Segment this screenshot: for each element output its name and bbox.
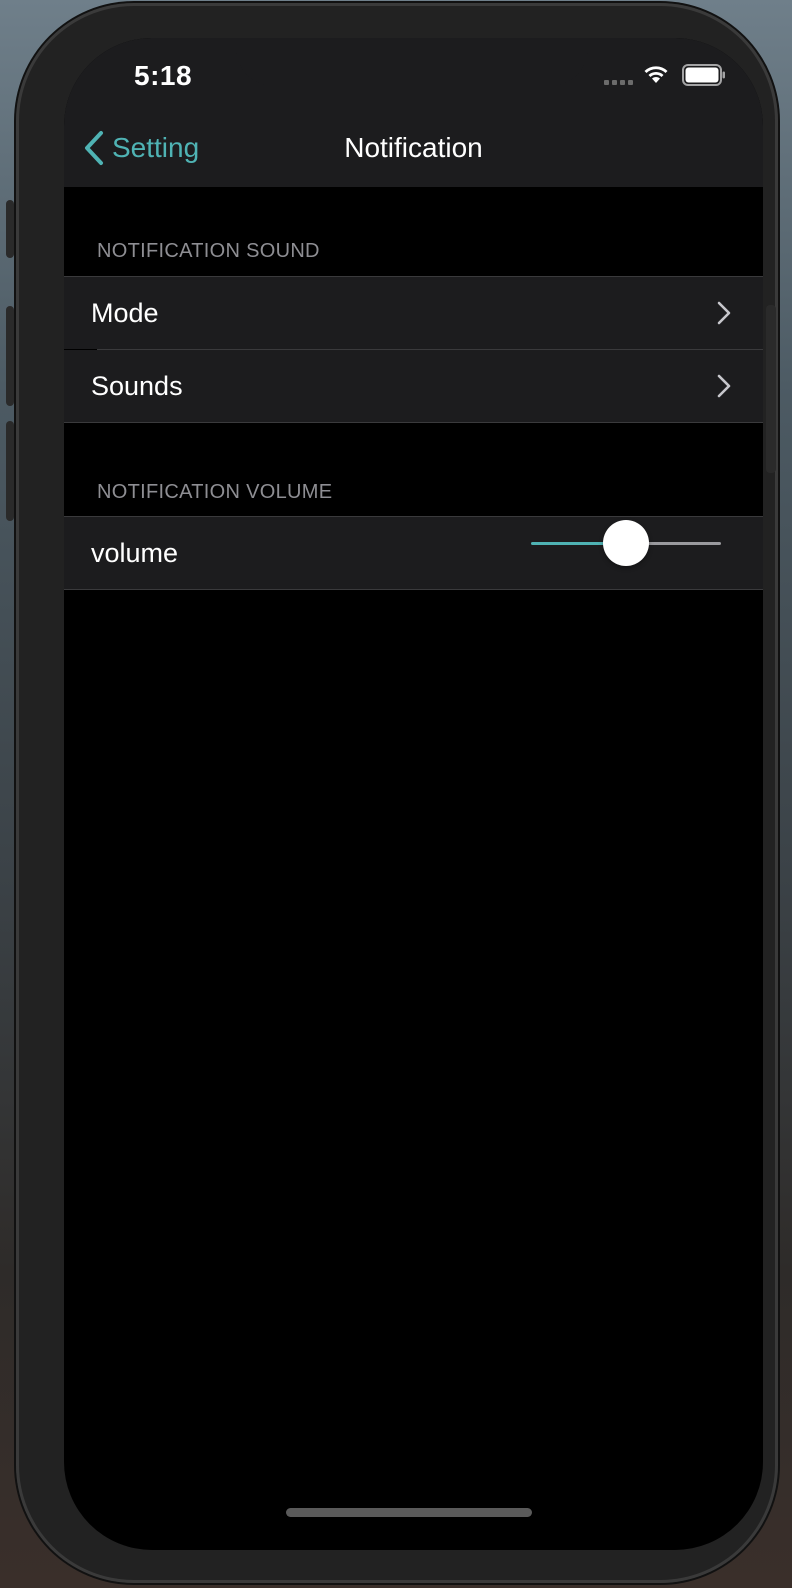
row-mode-label: Mode: [91, 297, 159, 328]
volume-slider[interactable]: [531, 518, 721, 568]
side-button-mute: [6, 200, 14, 258]
navigation-bar: 5:18 Setting Notification: [64, 38, 763, 187]
status-time: 5:18: [134, 60, 193, 91]
chevron-right-icon: [717, 374, 731, 398]
row-mode[interactable]: Mode: [64, 277, 763, 349]
side-button-power: [766, 305, 776, 473]
side-button-volume-down: [6, 421, 14, 521]
battery-icon: [682, 64, 725, 86]
device-frame: 5:18 Setting Notification NOTIFICATION S…: [6, 3, 778, 1583]
side-button-volume-up: [6, 306, 14, 406]
row-sounds-label: Sounds: [91, 370, 183, 401]
wifi-icon: [644, 66, 668, 83]
chevron-right-icon: [717, 301, 731, 325]
page-title: Notification: [344, 132, 483, 163]
notch: [236, 38, 588, 86]
section-header-notification-sound: NOTIFICATION SOUND: [97, 240, 320, 262]
home-indicator: [286, 1508, 532, 1517]
slider-thumb[interactable]: [603, 520, 649, 566]
cellular-signal-icon: [604, 80, 633, 85]
section-header-notification-volume: NOTIFICATION VOLUME: [97, 481, 333, 503]
row-sounds[interactable]: Sounds: [64, 350, 763, 422]
screen: 5:18 Setting Notification NOTIFICATION S…: [64, 38, 763, 1550]
section-bottom-separator: [64, 589, 763, 590]
section-bottom-separator: [64, 422, 763, 423]
